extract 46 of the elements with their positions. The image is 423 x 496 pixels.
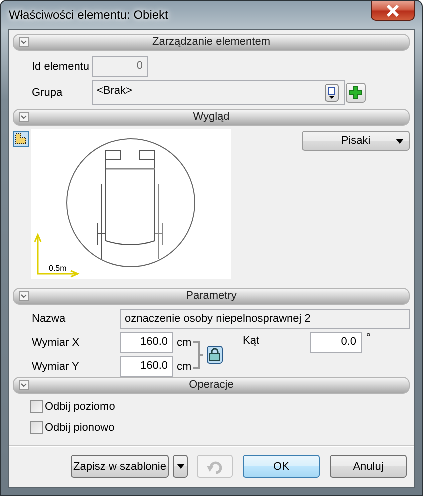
unit-label: cm [177, 336, 193, 348]
checkbox-label: Odbij poziomo [45, 400, 116, 412]
collapse-icon [19, 380, 29, 390]
add-button[interactable] [346, 82, 366, 102]
save-template-button[interactable]: Zapisz w szablonie [71, 455, 169, 478]
section-header[interactable]: Parametry [13, 288, 410, 305]
section-header[interactable]: Zarządzanie elementem [13, 34, 410, 51]
field-label: Kąt [242, 335, 260, 347]
undo-icon [207, 460, 223, 474]
field-label: Nazwa [31, 313, 67, 325]
unit-label: cm [177, 360, 193, 372]
scale-label: 0.5m [49, 264, 67, 273]
pens-dropdown-button[interactable]: Pisaki [302, 131, 410, 151]
close-icon [386, 4, 400, 16]
checkbox[interactable] [30, 400, 43, 413]
section-header[interactable]: Operacje [13, 377, 410, 394]
collapse-icon [19, 37, 29, 47]
link-bracket [193, 340, 203, 368]
window-title: Właściwości elementu: Obiekt [9, 8, 168, 22]
collapse-icon [19, 112, 29, 122]
cancel-button[interactable]: Anuluj [330, 455, 407, 478]
document-icon [328, 86, 336, 98]
caret-icon [176, 464, 184, 469]
height-field[interactable]: 160.0 [120, 356, 173, 377]
name-field[interactable]: oznaczenie osoby niepelnosprawnej 2 [120, 309, 410, 329]
close-button[interactable] [371, 1, 415, 21]
checkbox-label: Odbij pionowo [45, 422, 115, 434]
axis-arrows-icon [34, 233, 80, 278]
unit-label: ° [366, 332, 371, 344]
caret-icon [396, 139, 404, 144]
shape-tool-button[interactable] [13, 131, 29, 147]
field-label: Grupa [31, 86, 64, 98]
collapse-icon [19, 291, 29, 301]
dropdown-button[interactable] [173, 455, 188, 478]
section-header[interactable]: Wygląd [13, 109, 410, 126]
group-field[interactable]: <Brak> [92, 80, 345, 105]
id-field: 0 [92, 56, 148, 77]
field-label: Wymiar X [31, 336, 81, 348]
angle-field[interactable]: 0.0 [310, 332, 362, 353]
document-dropdown-button[interactable] [325, 84, 339, 102]
lock-button[interactable] [207, 346, 223, 364]
field-label: Wymiar Y [31, 360, 80, 372]
width-field[interactable]: 160.0 [120, 332, 173, 353]
field-label: Id elementu [31, 60, 90, 72]
checkbox[interactable] [30, 421, 43, 434]
ok-button[interactable]: OK [243, 455, 320, 478]
